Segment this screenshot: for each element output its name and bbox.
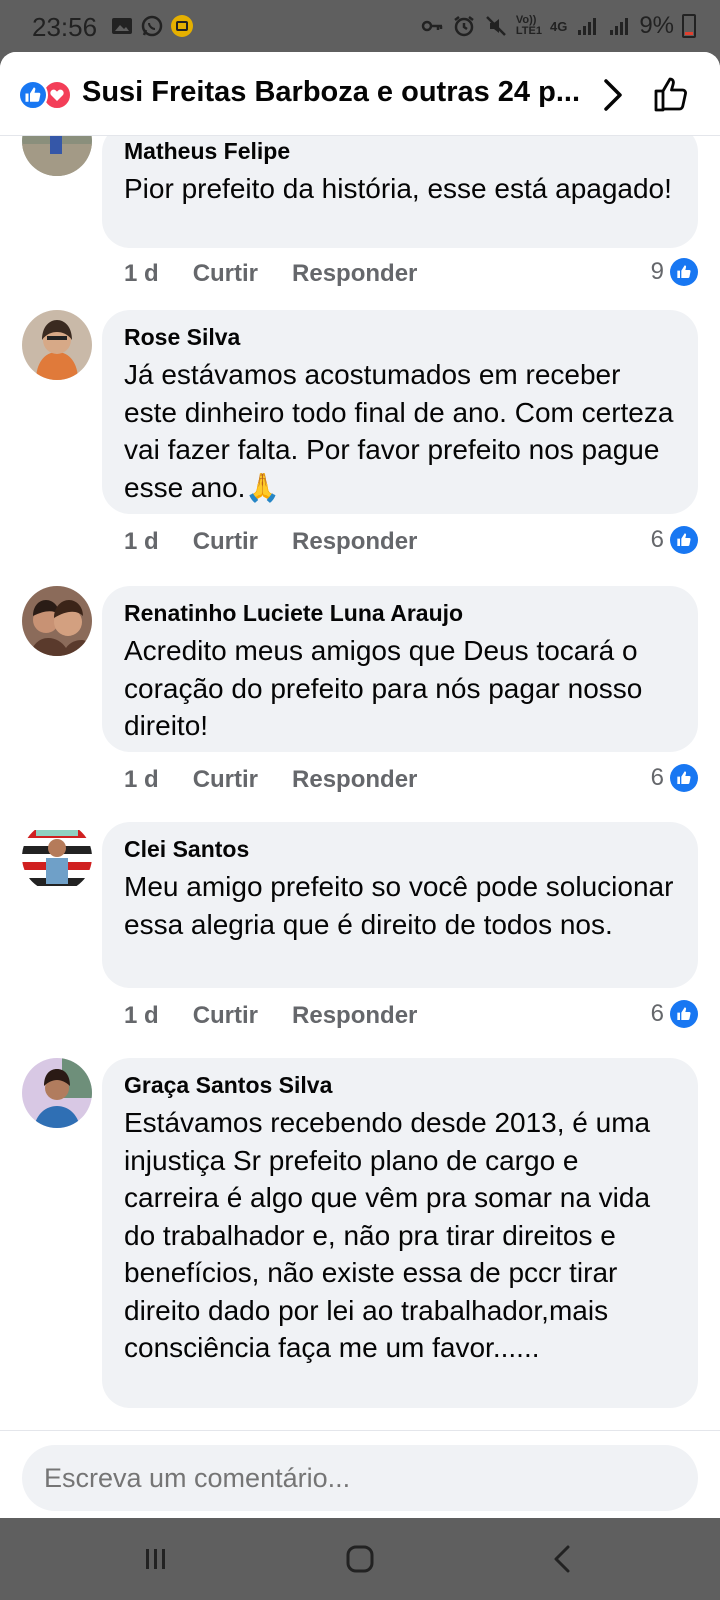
avatar[interactable] [22,822,92,892]
status-bar: 23:56 Vo)) LTE1 4G 9% [0,0,720,52]
recent-apps-button[interactable] [134,1538,178,1580]
comment-time[interactable]: 1 d [124,528,159,556]
comment-text: Estávamos recebendo desde 2013, é uma in… [124,1107,651,1363]
like-badge-icon [670,526,698,554]
comment-time[interactable]: 1 d [124,1002,159,1030]
back-icon [554,1545,570,1573]
comment-bubble: Matheus Felipe Pior prefeito da história… [102,136,698,248]
alarm-icon [454,16,474,37]
comment-text: Meu amigo prefeito so você pode solucion… [124,871,674,940]
reactions-summary[interactable]: Susi Freitas Barboza e outras 24 p... [82,76,582,109]
signal-icon-2 [610,18,629,35]
comment-time[interactable]: 1 d [124,260,159,288]
comment-author[interactable]: Matheus Felipe [124,136,676,166]
home-icon [346,1545,374,1573]
like-count: 9 [650,258,664,285]
comment-likes[interactable]: 6 [651,764,698,792]
reaction-icons [18,80,72,110]
like-badge-icon [670,1000,698,1028]
like-button[interactable]: Curtir [193,766,258,794]
like-badge-icon [670,764,698,792]
comments-sheet: Susi Freitas Barboza e outras 24 p... Ma… [0,52,720,1518]
comment-author[interactable]: Rose Silva [124,322,676,352]
comment-time[interactable]: 1 d [124,766,159,794]
status-notification-icons [110,14,194,38]
comment-bubble: Renatinho Luciete Luna Araujo Acredito m… [102,586,698,752]
gallery-icon [112,18,132,34]
comment-actions: 1 d Curtir Responder [124,766,417,794]
comment-text: Pior prefeito da história, esse está apa… [124,173,672,204]
comment-text: Acredito meus amigos que Deus tocará o c… [124,635,643,741]
avatar[interactable] [22,310,92,380]
like-button[interactable]: Curtir [193,528,258,556]
lte-label: LTE1 [515,25,542,37]
network-label: Vo)) LTE1 [516,15,542,37]
status-system-icons: Vo)) LTE1 4G 9% [420,12,696,40]
avatar[interactable] [22,136,92,176]
battery-percent: 9% [639,12,674,39]
back-button[interactable] [540,1538,584,1580]
comment-likes[interactable]: 9 [651,258,698,286]
comment-actions: 1 d Curtir Responder [124,528,417,556]
whatsapp-icon [141,15,163,37]
comment-actions: 1 d Curtir Responder [124,1002,417,1030]
reply-button[interactable]: Responder [292,766,417,794]
comment-author[interactable]: Clei Santos [124,834,676,864]
comments-list[interactable]: Matheus Felipe Pior prefeito da história… [0,136,720,1430]
reply-button[interactable]: Responder [292,260,417,288]
like-button[interactable]: Curtir [193,260,258,288]
comment-likes[interactable]: 6 [651,526,698,554]
reply-button[interactable]: Responder [292,528,417,556]
reactions-header[interactable]: Susi Freitas Barboza e outras 24 p... [0,52,720,136]
comment-bubble: Clei Santos Meu amigo prefeito so você p… [102,822,698,988]
status-time: 23:56 [32,12,98,42]
comment-actions: 1 d Curtir Responder [124,260,417,288]
chevron-right-icon[interactable] [598,78,628,112]
comment-author[interactable]: Graça Santos Silva [124,1070,676,1100]
comment-bubble: Rose Silva Já estávamos acostumados em r… [102,310,698,514]
comment-text: Já estávamos acostumados em receber este… [124,359,674,503]
key-icon [421,20,443,32]
android-nav-bar [0,1518,720,1600]
avatar[interactable] [22,1058,92,1128]
avatar[interactable] [22,586,92,656]
comment-composer [0,1430,720,1518]
comment-bubble: Graça Santos Silva Estávamos recebendo d… [102,1058,698,1408]
comment-input[interactable] [22,1445,698,1511]
mute-icon [486,16,506,36]
comment-likes[interactable]: 6 [651,1000,698,1028]
network-type: 4G [549,18,568,34]
like-button[interactable]: Curtir [193,1002,258,1030]
like-icon [18,80,48,110]
thumbs-up-icon[interactable] [652,74,692,114]
like-count: 6 [650,526,664,553]
app-badge-icon [171,15,193,37]
reply-button[interactable]: Responder [292,1002,417,1030]
like-badge-icon [670,258,698,286]
recents-icon [146,1549,165,1569]
home-button[interactable] [338,1538,382,1580]
battery-icon [682,14,696,38]
comment-author[interactable]: Renatinho Luciete Luna Araujo [124,598,676,628]
signal-icon [578,18,597,35]
like-count: 6 [650,764,664,791]
like-count: 6 [650,1000,664,1027]
